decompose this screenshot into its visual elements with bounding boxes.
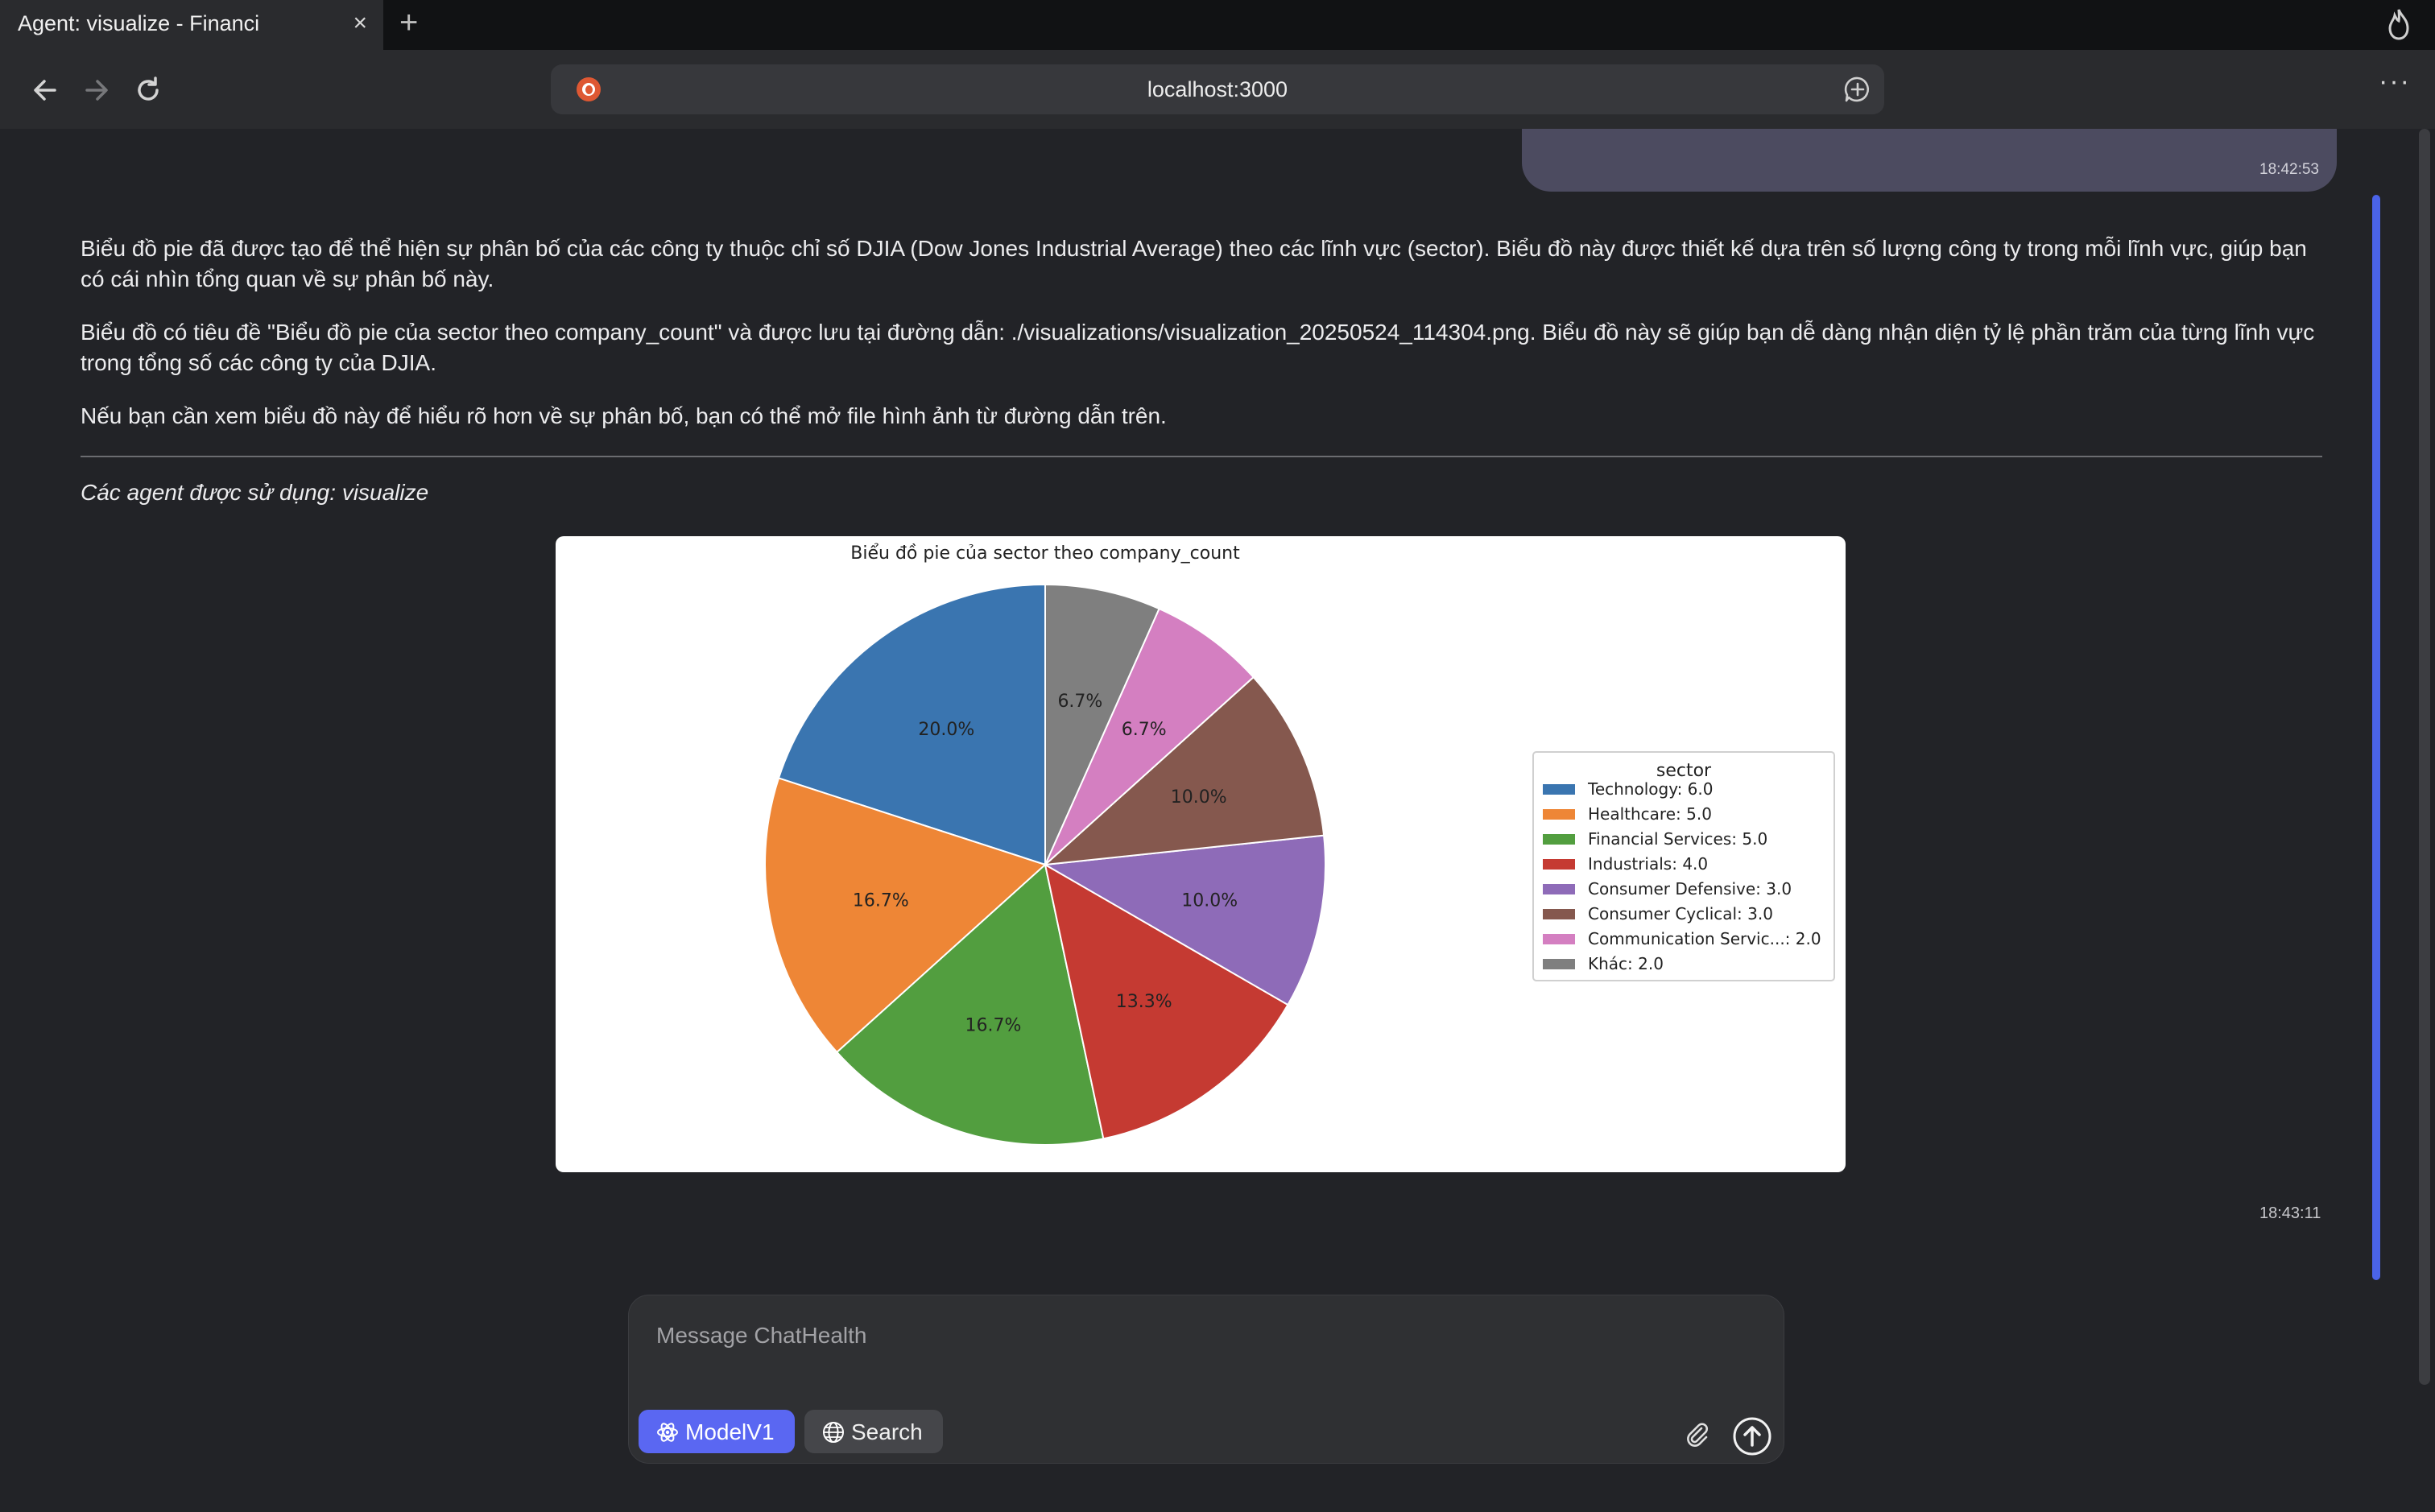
pie-slice-percent-label: 16.7% [965, 1016, 1022, 1036]
paperclip-icon[interactable] [1684, 1421, 1711, 1448]
tab-close-icon[interactable]: × [353, 10, 367, 37]
pie-slice-percent-label: 10.0% [1181, 890, 1238, 911]
browser-tab[interactable]: Agent: visualize - Financi × [0, 0, 383, 50]
globe-icon [823, 1422, 844, 1443]
atom-icon [657, 1423, 678, 1442]
assistant-message-time: 18:43:11 [2259, 1204, 2321, 1222]
legend-swatch [1543, 809, 1575, 820]
legend-swatch [1543, 909, 1575, 919]
legend-swatch [1543, 784, 1575, 795]
chart-legend: sector Technology: 6.0 Healthcare: 5.0 Fin… [1532, 751, 1835, 981]
assistant-paragraph-1: Biểu đồ pie đã được tạo để thể hiện sự p… [81, 236, 2307, 291]
send-arrow-icon[interactable] [1732, 1416, 1772, 1456]
pie-chart: Biểu đồ pie của sector theo company_coun… [764, 543, 1835, 1146]
ai-chat-icon[interactable] [1844, 76, 1871, 103]
legend-swatch [1543, 959, 1575, 969]
message-input[interactable] [655, 1315, 1705, 1357]
url-text[interactable]: localhost:3000 [551, 77, 1884, 102]
pie-slice-percent-label: 16.7% [853, 890, 909, 911]
forward-arrow-icon[interactable] [81, 74, 113, 106]
pie-slice-percent-label: 20.0% [918, 720, 974, 740]
legend-swatch [1543, 834, 1575, 845]
legend-title: sector [1656, 761, 1712, 781]
back-arrow-icon[interactable] [29, 74, 61, 106]
assistant-paragraph-2: Biểu đồ có tiêu đề "Biểu đồ pie của sect… [81, 320, 2315, 375]
page-scrollbar[interactable] [2419, 129, 2430, 1385]
user-message-time: 18:42:53 [2259, 161, 2319, 178]
message-divider [81, 456, 2322, 457]
agents-used-label: Các agent được sử dụng: visualize [81, 480, 429, 505]
pie-slice-percent-label: 6.7% [1122, 720, 1167, 740]
pie-chart-image: Biểu đồ pie của sector theo company_coun… [556, 536, 1846, 1172]
flame-icon[interactable] [2387, 8, 2411, 40]
tab-bar: Agent: visualize - Financi × + [0, 0, 2435, 50]
legend-label: Financial Services: 5.0 [1588, 829, 1767, 849]
model-label: ModelV1 [685, 1419, 775, 1444]
pie-slice-percent-label: 13.3% [1116, 992, 1172, 1012]
legend-label: Technology: 6.0 [1587, 779, 1713, 799]
legend-label: Industrials: 4.0 [1588, 854, 1708, 874]
legend-label: Healthcare: 5.0 [1588, 804, 1712, 824]
user-message-bubble: 18:42:53 [1522, 129, 2337, 192]
message-scroll-indicator [2372, 195, 2380, 1280]
assistant-paragraph-3: Nếu bạn cần xem biểu đồ này để hiểu rõ h… [81, 403, 1167, 428]
tab-title: Agent: visualize - Financi [18, 11, 260, 35]
legend-swatch [1543, 934, 1575, 944]
reload-icon[interactable] [132, 74, 164, 106]
model-select-button[interactable]: ModelV1 [639, 1410, 795, 1453]
legend-label: Consumer Defensive: 3.0 [1588, 879, 1792, 899]
pie-slice-percent-label: 6.7% [1057, 692, 1102, 712]
legend-swatch [1543, 884, 1575, 894]
legend-label: Communication Servic...: 2.0 [1588, 929, 1821, 948]
pie-slice-percent-label: 10.0% [1171, 787, 1227, 808]
new-tab-icon[interactable]: + [399, 5, 418, 40]
chart-title: Biểu đồ pie của sector theo company_coun… [850, 543, 1240, 564]
navigation-bar: localhost:3000 ··· [0, 50, 2435, 130]
address-bar[interactable]: localhost:3000 [551, 64, 1884, 114]
search-label: Search [851, 1419, 923, 1444]
legend-label: Consumer Cyclical: 3.0 [1588, 904, 1773, 923]
message-composer: ModelV1 Search [628, 1295, 1784, 1464]
search-toggle-button[interactable]: Search [804, 1410, 943, 1453]
legend-swatch [1543, 859, 1575, 870]
more-menu-icon[interactable]: ··· [2379, 66, 2411, 97]
legend-label: Khác: 2.0 [1588, 954, 1664, 973]
